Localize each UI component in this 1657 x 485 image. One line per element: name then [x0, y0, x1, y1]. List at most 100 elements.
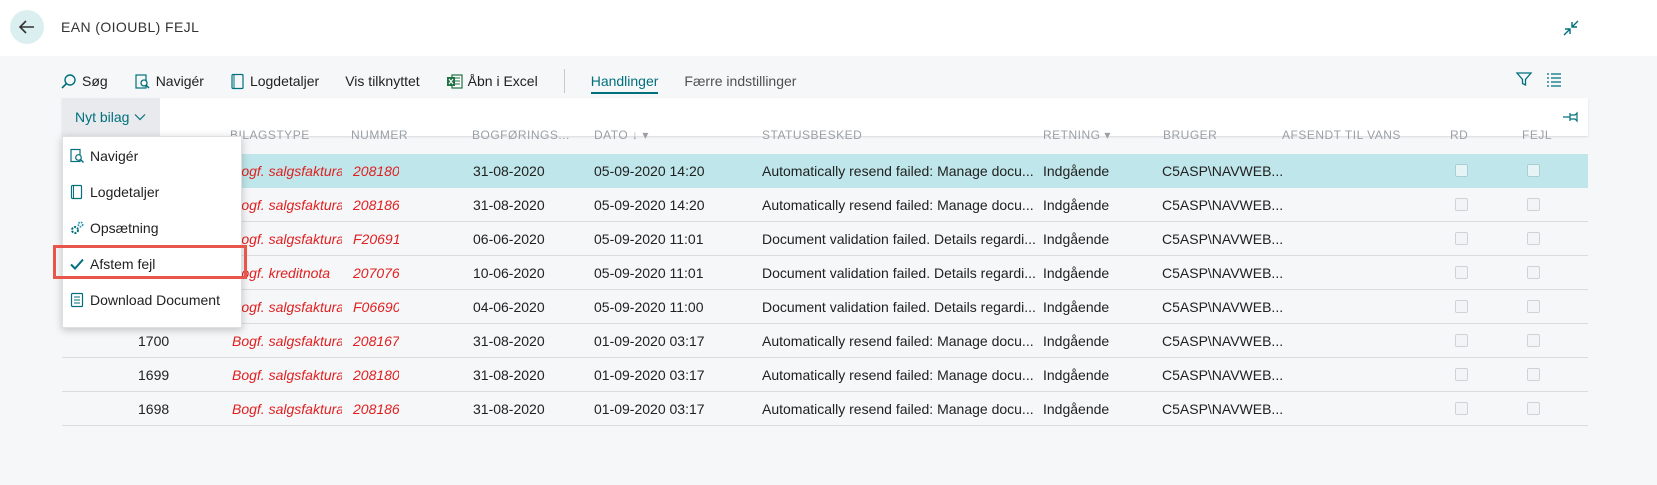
cell-direction: Indgående — [1043, 163, 1110, 179]
cell-number[interactable]: 208167 — [353, 333, 399, 349]
menu-item-reconcile-errors[interactable]: Afstem fejl — [53, 245, 247, 282]
arrow-left-icon — [18, 20, 34, 34]
cell-type[interactable]: Bogf. salgsfaktura — [232, 299, 342, 315]
cell-user: C5ASP\NAVWEB... — [1162, 163, 1284, 179]
navigate-icon — [135, 73, 150, 89]
rd-checkbox[interactable] — [1455, 164, 1468, 177]
cell-number[interactable]: 208186 — [353, 401, 399, 417]
table-row[interactable]: 1699 Bogf. salgsfaktura 208180 31-08-202… — [62, 358, 1588, 392]
view-controls — [1515, 70, 1563, 88]
menu-item-log-details[interactable]: Logdetaljer — [63, 174, 243, 210]
cell-posting-date: 31-08-2020 — [473, 197, 545, 213]
error-checkbox[interactable] — [1527, 266, 1540, 279]
cell-posting-date: 31-08-2020 — [473, 367, 545, 383]
cell-type[interactable]: Bogf. salgsfaktura — [232, 163, 342, 179]
cell-id: 1700 — [138, 333, 170, 349]
cell-status: Automatically resend failed: Manage docu… — [762, 163, 1034, 179]
cell-direction: Indgående — [1043, 299, 1110, 315]
cell-status: Document validation failed. Details rega… — [762, 231, 1036, 247]
error-checkbox[interactable] — [1527, 334, 1540, 347]
error-checkbox[interactable] — [1527, 402, 1540, 415]
cell-number[interactable]: F066907 — [353, 299, 399, 315]
menu-item-setup[interactable]: Opsætning — [63, 210, 243, 246]
cell-number[interactable]: 207076 — [353, 265, 399, 281]
table-row[interactable]: Bogf. salgsfaktura 208186 31-08-2020 05-… — [62, 188, 1588, 222]
cell-number[interactable]: F206918 — [353, 231, 399, 247]
cell-type[interactable]: Bogf. kreditnota — [232, 265, 342, 281]
error-checkbox[interactable] — [1527, 368, 1540, 381]
back-button[interactable] — [10, 10, 44, 44]
cell-type[interactable]: Bogf. salgsfaktura — [232, 231, 342, 247]
rd-checkbox[interactable] — [1455, 300, 1468, 313]
rd-checkbox[interactable] — [1455, 334, 1468, 347]
column-header-error[interactable]: FEJL — [1522, 128, 1552, 142]
error-checkbox[interactable] — [1527, 164, 1540, 177]
table-body: Bogf. salgsfaktura 208180 31-08-2020 05-… — [62, 154, 1588, 426]
column-header-number[interactable]: NUMMER — [351, 128, 408, 142]
cell-user: C5ASP\NAVWEB... — [1162, 197, 1284, 213]
cell-posting-date: 04-06-2020 — [473, 299, 545, 315]
chevron-down-icon — [135, 114, 146, 121]
cell-user: C5ASP\NAVWEB... — [1162, 367, 1284, 383]
table-row[interactable]: Bogf. salgsfaktura F066907 04-06-2020 05… — [62, 290, 1588, 324]
document-icon — [231, 73, 244, 89]
cell-date: 05-09-2020 11:01 — [594, 265, 704, 281]
tab-actions[interactable]: Handlinger — [590, 70, 659, 94]
cell-number[interactable]: 208180 — [353, 163, 399, 179]
pin-icon[interactable] — [1562, 110, 1578, 129]
fewer-settings-button[interactable]: Færre indstillinger — [684, 69, 796, 93]
cell-type[interactable]: Bogf. salgsfaktura — [232, 367, 342, 383]
rd-checkbox[interactable] — [1455, 198, 1468, 211]
cell-user: C5ASP\NAVWEB... — [1162, 401, 1284, 417]
cell-status: Automatically resend failed: Manage docu… — [762, 367, 1034, 383]
filter-icon[interactable] — [1515, 70, 1533, 88]
table-row[interactable]: 1700 Bogf. salgsfaktura 208167 31-08-202… — [62, 324, 1588, 358]
error-checkbox[interactable] — [1527, 198, 1540, 211]
table-row[interactable]: Bogf. kreditnota 207076 10-06-2020 05-09… — [62, 256, 1588, 290]
cell-direction: Indgående — [1043, 197, 1110, 213]
menu-item-download-document[interactable]: Download Document — [63, 282, 243, 318]
rd-checkbox[interactable] — [1455, 402, 1468, 415]
rd-checkbox[interactable] — [1455, 266, 1468, 279]
cell-posting-date: 31-08-2020 — [473, 401, 545, 417]
column-header-sent-to-vans[interactable]: AFSENDT TIL VANS — [1282, 128, 1401, 142]
cell-type[interactable]: Bogf. salgsfaktura — [232, 197, 342, 213]
cell-date: 05-09-2020 14:20 — [594, 197, 705, 213]
cell-direction: Indgående — [1043, 265, 1110, 281]
navigate-button[interactable]: Navigér — [134, 69, 204, 93]
log-details-button[interactable]: Logdetaljer — [230, 69, 319, 93]
cell-direction: Indgående — [1043, 333, 1110, 349]
cell-user: C5ASP\NAVWEB... — [1162, 265, 1284, 281]
menu-item-navigate[interactable]: Navigér — [63, 138, 243, 174]
check-icon — [70, 258, 84, 270]
column-header-direction[interactable]: RETNING ▾ — [1043, 128, 1111, 142]
list-view-icon[interactable] — [1545, 70, 1563, 88]
cell-date: 01-09-2020 03:17 — [594, 367, 705, 383]
column-header-status[interactable]: STATUSBESKED — [762, 128, 862, 142]
cell-status: Automatically resend failed: Manage docu… — [762, 197, 1034, 213]
open-excel-button[interactable]: Åbn i Excel — [446, 69, 538, 93]
cell-number[interactable]: 208186 — [353, 197, 399, 213]
cell-posting-date: 10-06-2020 — [473, 265, 545, 281]
cell-date: 05-09-2020 14:20 — [594, 163, 705, 179]
column-header-user[interactable]: BRUGER — [1163, 128, 1217, 142]
rd-checkbox[interactable] — [1455, 368, 1468, 381]
column-header-rd[interactable]: RD — [1450, 128, 1468, 142]
cell-posting-date: 31-08-2020 — [473, 163, 545, 179]
collapse-icon[interactable] — [1562, 19, 1580, 42]
cell-type[interactable]: Bogf. salgsfaktura — [232, 333, 342, 349]
rd-checkbox[interactable] — [1455, 232, 1468, 245]
document-icon — [70, 184, 83, 200]
error-checkbox[interactable] — [1527, 300, 1540, 313]
column-header-posting-date[interactable]: BOGFØRINGS... — [472, 128, 570, 142]
action-bar: Søg Navigér Logdetaljer Vis tilknyttet Å… — [60, 66, 1560, 96]
error-checkbox[interactable] — [1527, 232, 1540, 245]
search-button[interactable]: Søg — [60, 69, 108, 93]
column-header-date[interactable]: DATO ↓ ▾ — [594, 128, 649, 142]
show-attached-button[interactable]: Vis tilknyttet — [345, 69, 419, 93]
table-row[interactable]: 1698 Bogf. salgsfaktura 208186 31-08-202… — [62, 392, 1588, 426]
cell-type[interactable]: Bogf. salgsfaktura — [232, 401, 342, 417]
table-row[interactable]: Bogf. salgsfaktura 208180 31-08-2020 05-… — [62, 154, 1588, 188]
cell-number[interactable]: 208180 — [353, 367, 399, 383]
table-row[interactable]: Bogf. salgsfaktura F206918 06-06-2020 05… — [62, 222, 1588, 256]
